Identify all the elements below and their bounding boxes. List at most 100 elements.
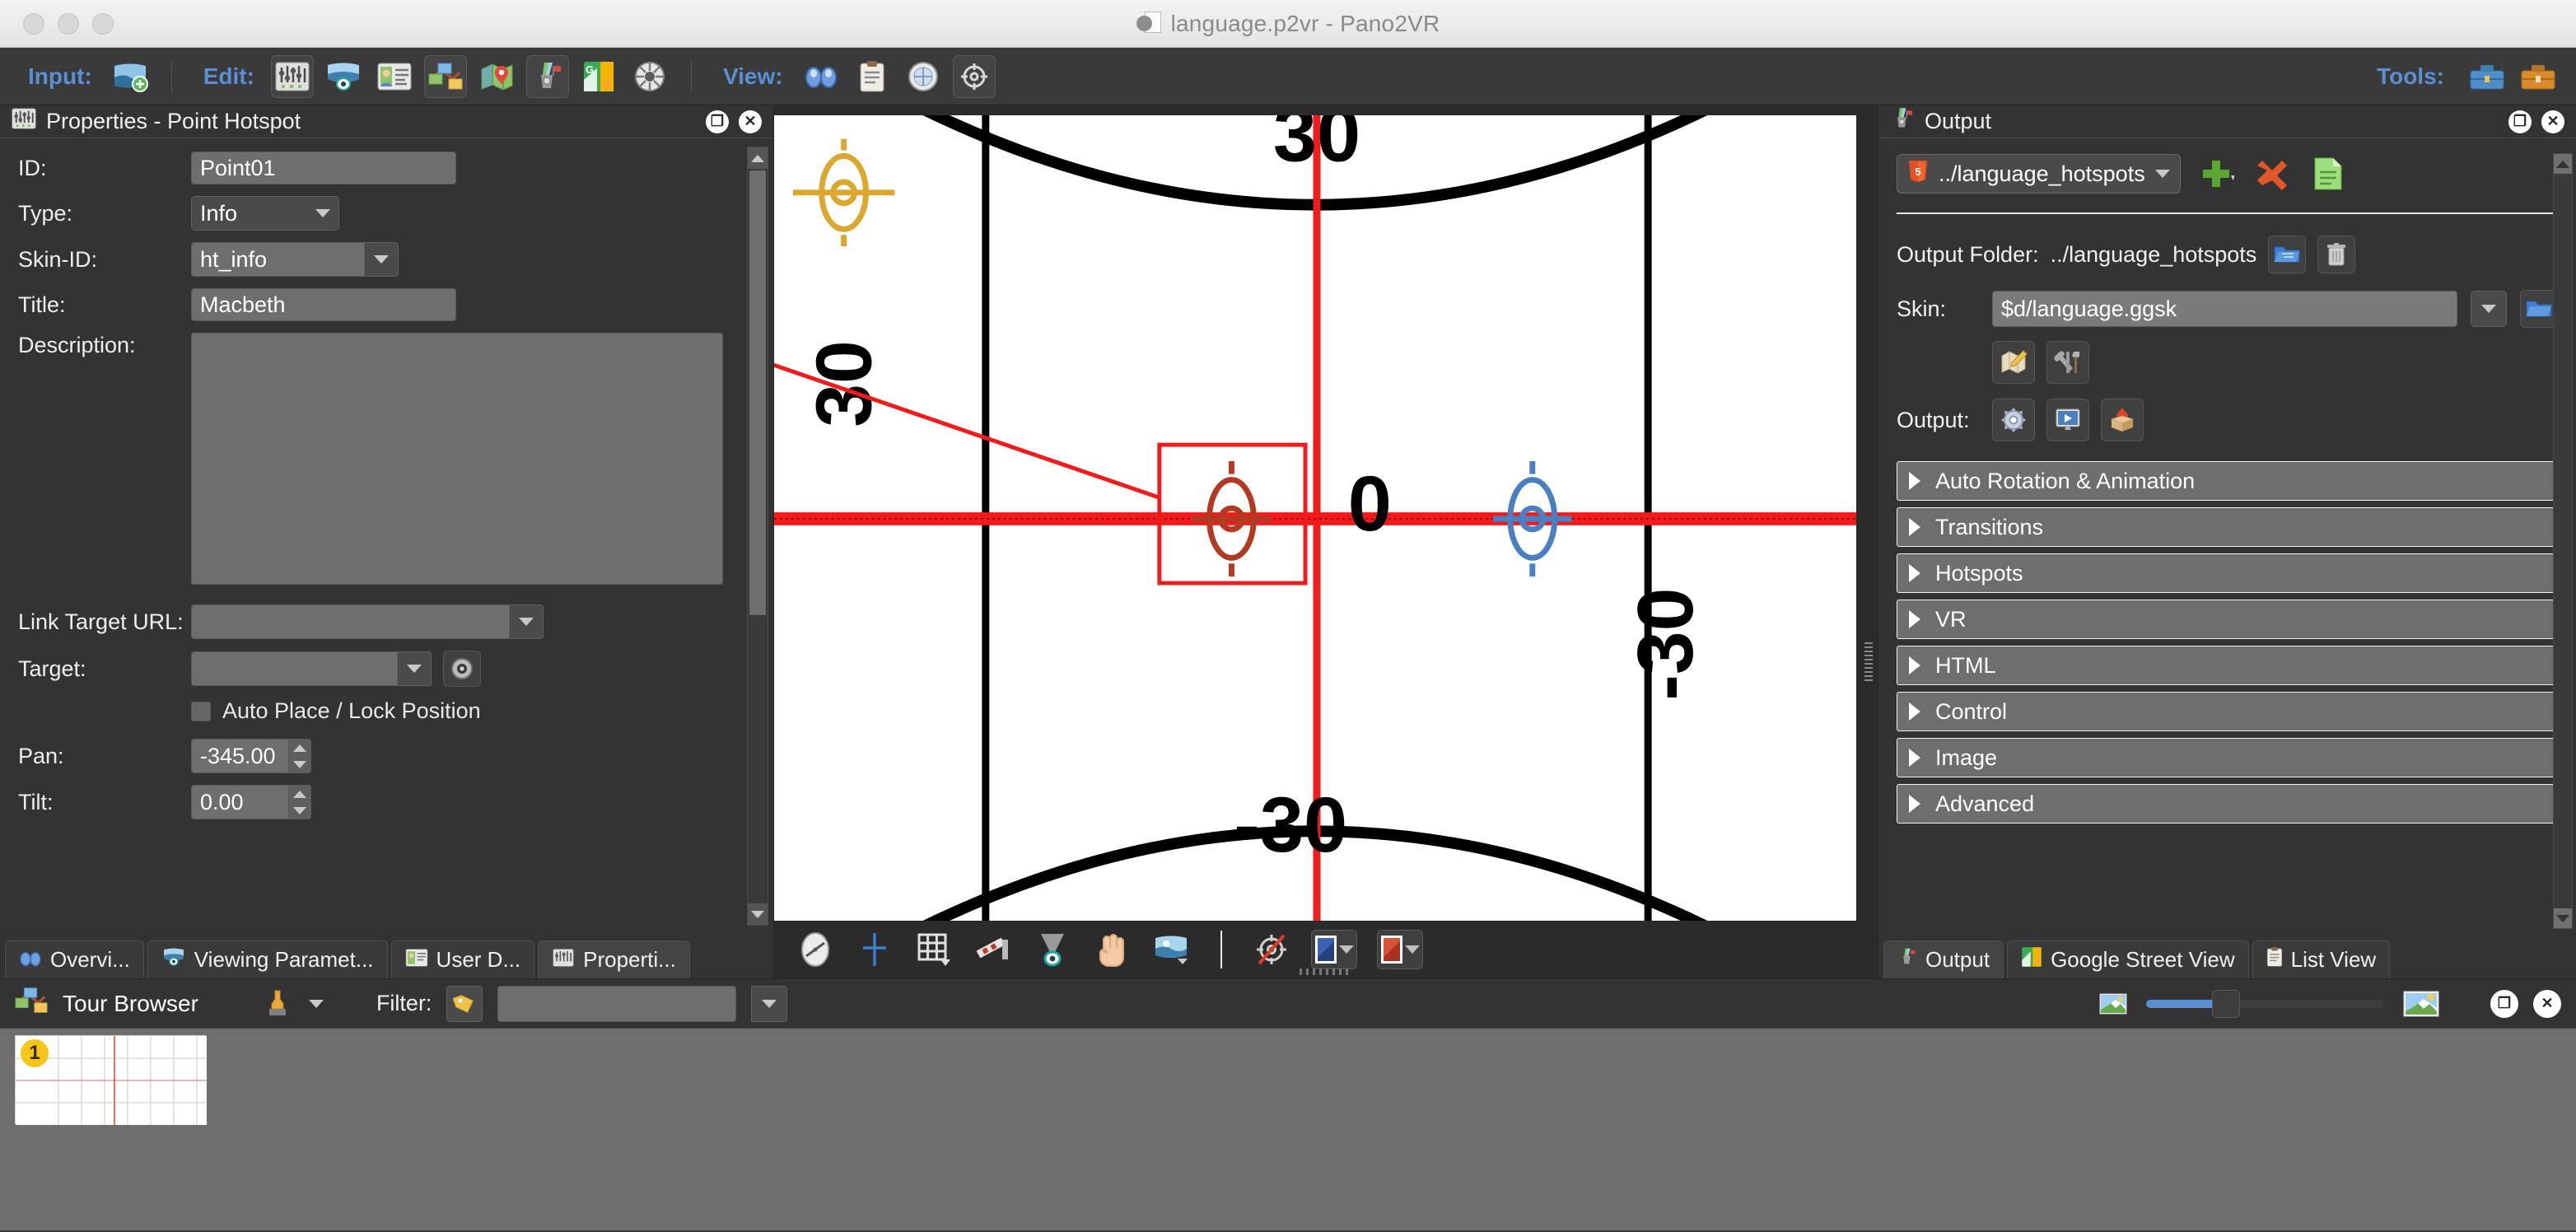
node-thumbnail[interactable]: 1: [15, 1035, 207, 1125]
add-panorama-icon[interactable]: [109, 55, 152, 98]
chevron-down-icon[interactable]: [364, 242, 399, 277]
section-image[interactable]: Image: [1897, 738, 2558, 777]
tools-icon[interactable]: [2046, 341, 2089, 384]
close-icon[interactable]: ✕: [739, 110, 762, 133]
description-textarea[interactable]: [191, 333, 723, 585]
target-select[interactable]: [191, 651, 432, 686]
fov-eye-icon[interactable]: [1033, 930, 1072, 969]
viewing-parameters-icon[interactable]: [322, 55, 365, 98]
map-icon[interactable]: [475, 55, 518, 98]
tab-list-view[interactable]: List View: [2252, 940, 2391, 978]
chevron-down-icon[interactable]: [397, 651, 432, 686]
pick-target-button[interactable]: [443, 651, 481, 687]
auto-place-checkbox[interactable]: [191, 701, 211, 721]
pan-stepper[interactable]: -345.00: [191, 739, 311, 773]
tab-overview[interactable]: Overvi...: [5, 940, 144, 978]
scroll-down-icon[interactable]: [2554, 908, 2572, 928]
tour-browser-list[interactable]: 1: [0, 1029, 2576, 1230]
output-preview-icon[interactable]: [2046, 399, 2089, 441]
settings-icon[interactable]: [2517, 55, 2560, 98]
close-icon[interactable]: ✕: [2541, 110, 2564, 133]
output-preset-select[interactable]: 5 ../language_hotspots: [1897, 154, 2181, 194]
float-icon[interactable]: ❐: [2490, 989, 2518, 1018]
title-field[interactable]: Macbeth: [191, 288, 456, 321]
compass-icon[interactable]: [796, 930, 835, 969]
panorama-canvas[interactable]: 30 30 0 -30 -30: [774, 115, 1856, 921]
panel-resize-grip[interactable]: [1300, 968, 1352, 975]
background-color-button[interactable]: [1377, 930, 1423, 969]
skin-edit-icon[interactable]: [1992, 341, 2035, 384]
hand-icon[interactable]: [1092, 930, 1132, 969]
slider-knob[interactable]: [2212, 989, 2240, 1018]
tilt-stepper-arrows[interactable]: [288, 785, 311, 819]
close-icon[interactable]: ✕: [2533, 989, 2561, 1018]
output-icon[interactable]: [525, 54, 569, 98]
chevron-down-icon[interactable]: [1338, 945, 1354, 954]
scroll-up-icon[interactable]: [748, 147, 768, 169]
preview-icon[interactable]: [902, 55, 945, 98]
output-settings-icon[interactable]: [1992, 399, 2035, 441]
pan-stepper-arrows[interactable]: [288, 739, 311, 773]
panorama-icon[interactable]: [1151, 930, 1191, 969]
remove-icon[interactable]: [2252, 153, 2293, 194]
float-icon[interactable]: ❐: [2508, 110, 2532, 133]
section-hotspots[interactable]: Hotspots: [1897, 553, 2558, 593]
tab-properties[interactable]: Properti...: [538, 940, 690, 978]
section-vr[interactable]: VR: [1897, 600, 2558, 639]
type-select[interactable]: Info: [191, 196, 339, 231]
folder-icon[interactable]: [2268, 236, 2307, 273]
tab-output[interactable]: Output: [1883, 940, 2004, 978]
plus-blue-icon[interactable]: [855, 930, 894, 969]
tour-browser-icon[interactable]: [423, 54, 467, 98]
duplicate-icon[interactable]: [2308, 153, 2349, 194]
thumbnail-zoom-slider[interactable]: [2146, 989, 2385, 1018]
output-scrollbar[interactable]: [2553, 153, 2573, 929]
section-transitions[interactable]: Transitions: [1897, 507, 2558, 547]
svg-text:G: G: [586, 63, 594, 76]
section-html[interactable]: HTML: [1897, 646, 2558, 685]
chevron-down-icon[interactable]: [2154, 170, 2170, 178]
skin-dropdown-button[interactable]: [2471, 291, 2507, 327]
chevron-down-icon[interactable]: [1404, 945, 1420, 954]
add-icon[interactable]: [2196, 153, 2237, 194]
tab-user-data[interactable]: User D...: [390, 940, 535, 978]
section-advanced[interactable]: Advanced: [1897, 784, 2558, 824]
float-icon[interactable]: ❐: [706, 110, 729, 133]
boom-barrier-icon[interactable]: [973, 930, 1013, 969]
scroll-up-icon[interactable]: [2554, 154, 2572, 174]
pan-value[interactable]: -345.00: [191, 739, 288, 773]
tab-google-street-view[interactable]: Google Street View: [2007, 940, 2249, 978]
google-street-view-icon[interactable]: G: [577, 55, 620, 98]
trash-icon[interactable]: [2317, 236, 2356, 273]
presets-icon[interactable]: [2466, 55, 2508, 98]
output-package-icon[interactable]: [2101, 399, 2144, 441]
list-view-icon[interactable]: [851, 55, 894, 98]
foreground-color-button[interactable]: [1311, 930, 1357, 969]
properties-scrollbar[interactable]: [747, 147, 768, 926]
link-target-url-select[interactable]: [191, 604, 544, 639]
chevron-down-icon[interactable]: [308, 999, 324, 1008]
properties-icon[interactable]: [270, 54, 314, 98]
grid-icon[interactable]: [914, 930, 954, 969]
tag-icon[interactable]: [446, 985, 483, 1022]
crosshair-slash-icon[interactable]: [1252, 930, 1291, 969]
stamp-icon[interactable]: [261, 986, 294, 1022]
filter-dropdown-button[interactable]: [751, 985, 788, 1022]
skin-editor-icon[interactable]: [628, 55, 671, 98]
tilt-value[interactable]: 0.00: [191, 785, 288, 819]
chevron-down-icon[interactable]: [509, 604, 544, 639]
skin-id-select[interactable]: ht_info: [191, 242, 399, 277]
tilt-stepper[interactable]: 0.00: [191, 785, 311, 819]
panel-resize-handle-right[interactable]: [1864, 642, 1873, 684]
section-auto-rotation[interactable]: Auto Rotation & Animation: [1897, 461, 2558, 501]
skin-field[interactable]: $d/language.ggsk: [1992, 291, 2457, 327]
scrollbar-thumb[interactable]: [749, 170, 766, 615]
scroll-down-icon[interactable]: [748, 903, 768, 925]
filter-input[interactable]: [497, 985, 737, 1022]
user-data-icon[interactable]: [373, 55, 416, 98]
hotspot-view-icon[interactable]: [952, 54, 996, 98]
id-field[interactable]: Point01: [191, 152, 456, 184]
tab-viewing-parameters[interactable]: Viewing Paramet...: [147, 940, 388, 978]
overview-icon[interactable]: [800, 55, 842, 98]
section-control[interactable]: Control: [1897, 692, 2558, 731]
